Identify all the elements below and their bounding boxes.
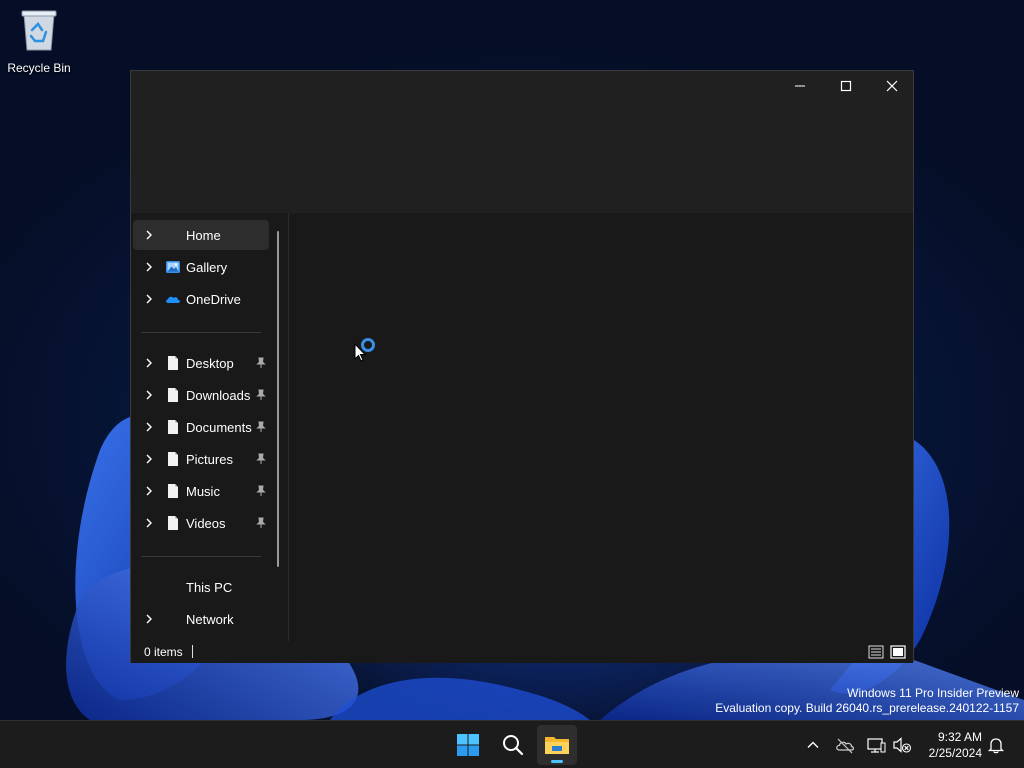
minimize-icon — [795, 85, 805, 87]
clock-time: 9:32 AM — [937, 730, 982, 744]
chevron-up-icon — [807, 741, 819, 748]
chevron-right-icon[interactable] — [143, 453, 155, 465]
file-icon — [168, 516, 178, 530]
chevron-right-icon[interactable] — [143, 389, 155, 401]
details-view-icon[interactable] — [867, 643, 885, 661]
pin-icon — [256, 421, 266, 432]
network-tray-button[interactable] — [866, 735, 886, 755]
mouse-cursor-icon — [354, 343, 366, 362]
volume-tray-button[interactable] — [892, 735, 912, 755]
nav-item-downloads[interactable]: Downloads — [133, 380, 269, 410]
nav-item-label: Home — [186, 228, 221, 243]
status-separator — [192, 645, 193, 658]
large-icons-view-icon[interactable] — [889, 643, 907, 661]
recycle-bin-label: Recycle Bin — [7, 61, 71, 75]
content-pane[interactable] — [289, 213, 913, 641]
nav-item-documents[interactable]: Documents — [133, 412, 269, 442]
nav-scrollbar[interactable] — [277, 231, 279, 567]
nav-item-this-pc[interactable]: This PC — [133, 572, 269, 602]
file-icon — [168, 484, 178, 498]
nav-item-videos[interactable]: Videos — [133, 508, 269, 538]
pin-icon — [256, 389, 266, 400]
chevron-right-icon[interactable] — [143, 517, 155, 529]
nav-item-home[interactable]: Home — [133, 220, 269, 250]
maximize-icon — [840, 80, 852, 92]
search-icon — [503, 735, 524, 756]
folder-icon — [545, 737, 569, 754]
maximize-button[interactable] — [823, 71, 869, 101]
chevron-right-icon[interactable] — [143, 485, 155, 497]
show-hidden-icons-button[interactable] — [803, 735, 823, 755]
nav-item-gallery[interactable]: Gallery — [133, 252, 269, 282]
bell-icon — [987, 738, 1005, 754]
nav-item-label: Music — [186, 484, 220, 499]
close-button[interactable] — [869, 71, 915, 101]
navigation-pane[interactable]: Home Gallery OneDrive Desktop Downloads … — [131, 213, 289, 641]
windows-logo-icon — [457, 734, 479, 756]
pin-icon — [256, 517, 266, 528]
nav-item-label: OneDrive — [186, 292, 241, 307]
file-icon — [168, 356, 178, 370]
minimize-button[interactable] — [777, 71, 823, 101]
gallery-icon — [166, 261, 180, 273]
chevron-right-icon[interactable] — [143, 229, 155, 241]
nav-item-onedrive[interactable]: OneDrive — [133, 284, 269, 314]
nav-separator — [141, 332, 261, 333]
file-icon — [168, 388, 178, 402]
nav-item-label: Documents — [186, 420, 252, 435]
chevron-right-icon[interactable] — [143, 293, 155, 305]
chevron-right-icon[interactable] — [143, 357, 155, 369]
item-count: 0 items — [144, 645, 183, 659]
file-icon — [168, 420, 178, 434]
nav-item-pictures[interactable]: Pictures — [133, 444, 269, 474]
recycle-bin-icon — [21, 10, 57, 51]
nav-item-label: Gallery — [186, 260, 228, 275]
status-bar: 0 items — [131, 641, 913, 663]
pin-icon — [256, 453, 266, 464]
title-bar[interactable] — [131, 71, 913, 213]
nav-separator — [141, 556, 261, 557]
pin-icon — [256, 357, 266, 368]
search-button[interactable] — [493, 725, 533, 765]
notifications-button[interactable] — [986, 735, 1006, 755]
onedrive-tray-button[interactable] — [835, 735, 855, 755]
chevron-right-icon[interactable] — [143, 261, 155, 273]
nav-item-network[interactable]: Network — [133, 604, 269, 634]
file-icon — [168, 452, 178, 466]
onedrive-icon — [166, 296, 180, 303]
start-button[interactable] — [448, 725, 488, 765]
file-explorer-taskbar-button[interactable] — [537, 725, 577, 765]
nav-item-label: Desktop — [186, 356, 234, 371]
nav-item-music[interactable]: Music — [133, 476, 269, 506]
chevron-right-icon[interactable] — [143, 613, 155, 625]
nav-item-label: Videos — [186, 516, 226, 531]
watermark-line-2: Evaluation copy. Build 26040.rs_prerelea… — [715, 701, 1019, 715]
watermark-line-1: Windows 11 Pro Insider Preview — [847, 686, 1019, 700]
clock[interactable]: 9:32 AM 2/25/2024 — [920, 729, 982, 761]
file-explorer-window[interactable]: Home Gallery OneDrive Desktop Downloads … — [130, 70, 914, 663]
nav-item-label: Downloads — [186, 388, 251, 403]
cloud-offline-icon — [836, 738, 854, 754]
close-icon — [886, 80, 898, 92]
volume-muted-icon — [893, 737, 912, 753]
active-app-indicator — [551, 760, 563, 763]
nav-item-label: This PC — [186, 580, 233, 595]
chevron-right-icon[interactable] — [143, 421, 155, 433]
taskbar[interactable]: 9:32 AM 2/25/2024 — [0, 720, 1024, 768]
nav-item-desktop[interactable]: Desktop — [133, 348, 269, 378]
network-icon — [867, 738, 886, 753]
pin-icon — [256, 485, 266, 496]
clock-date: 2/25/2024 — [928, 746, 982, 760]
desktop-icon-recycle-bin[interactable]: Recycle Bin — [4, 8, 74, 75]
evaluation-watermark: Windows 11 Pro Insider Preview Evaluatio… — [715, 686, 1019, 716]
nav-item-label: Network — [186, 612, 234, 627]
nav-item-label: Pictures — [186, 452, 233, 467]
